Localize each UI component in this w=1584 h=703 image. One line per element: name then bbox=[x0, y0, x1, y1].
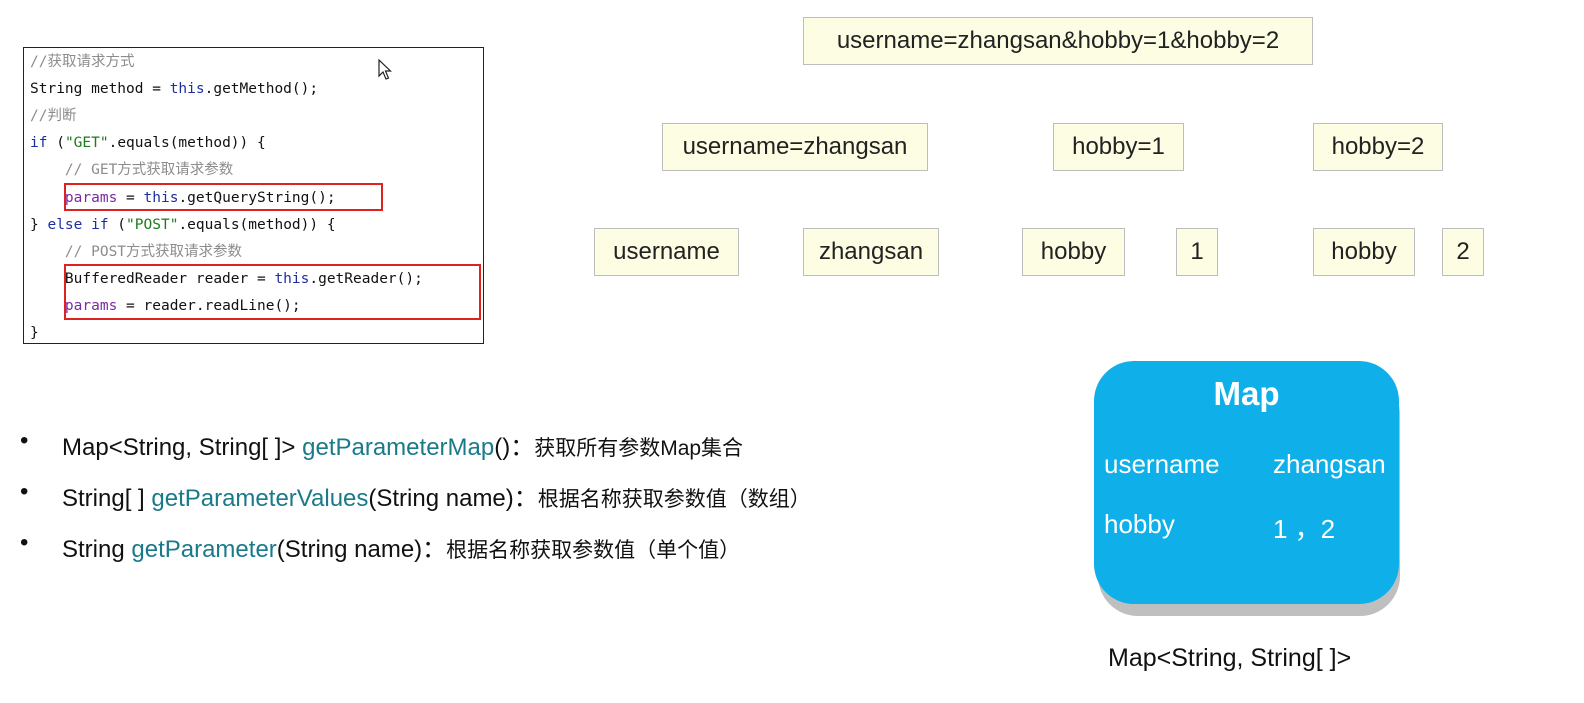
code-line-comment-get-method: //获取请求方式 bbox=[30, 54, 135, 70]
method-signature-suffix: ()： bbox=[494, 434, 535, 461]
query-string-full: username=zhangsan&hobby=1&hobby=2 bbox=[803, 17, 1313, 65]
highlight-post-reader bbox=[64, 264, 481, 320]
pair-hobby-1: hobby=1 bbox=[1053, 123, 1184, 171]
method-name: getParameterMap bbox=[302, 434, 495, 461]
method-signature-prefix: Map<String, String[ ]> bbox=[62, 434, 303, 461]
code-line-if-get: if ("GET".equals(method)) { bbox=[30, 135, 266, 151]
part-key-hobby-2: hobby bbox=[1313, 228, 1415, 276]
map-key-hobby: hobby bbox=[1104, 509, 1175, 539]
bullet-icon: • bbox=[20, 478, 29, 505]
method-name: getParameter bbox=[131, 536, 277, 563]
map-type-caption: Map<String, String[ ]> bbox=[1108, 644, 1352, 672]
map-card: Map username zhangsan hobby 1 ，2 bbox=[1094, 361, 1399, 604]
pair-hobby-2: hobby=2 bbox=[1313, 123, 1443, 171]
part-key-hobby-1: hobby bbox=[1022, 228, 1125, 276]
bullet-icon: • bbox=[20, 529, 29, 556]
mouse-cursor-icon bbox=[378, 59, 392, 80]
part-value-2: 2 bbox=[1442, 228, 1484, 276]
code-line-comment-post: // POST方式获取请求参数 bbox=[30, 244, 243, 260]
method-description: 根据名称获取参数值（单个值） bbox=[446, 539, 741, 562]
highlight-get-query-string bbox=[64, 183, 383, 211]
method-description: 获取所有参数Map集合 bbox=[534, 437, 744, 460]
code-line-else-if-post: } else if ("POST".equals(method)) { bbox=[30, 217, 336, 233]
map-key-username: username bbox=[1104, 449, 1220, 479]
part-key-username: username bbox=[594, 228, 739, 276]
part-value-1: 1 bbox=[1176, 228, 1218, 276]
pair-username: username=zhangsan bbox=[662, 123, 928, 171]
method-description: 根据名称获取参数值（数组） bbox=[537, 488, 811, 511]
method-signature-suffix: (String name)： bbox=[368, 485, 538, 512]
method-signature-prefix: String bbox=[62, 536, 132, 563]
part-value-zhangsan: zhangsan bbox=[803, 228, 939, 276]
map-value-hobby: 1 ，2 bbox=[1273, 514, 1336, 544]
method-signature-suffix: (String name)： bbox=[276, 536, 447, 563]
bullet-icon: • bbox=[20, 427, 29, 454]
code-line-comment-get: // GET方式获取请求参数 bbox=[30, 162, 234, 178]
code-line-close-brace: } bbox=[30, 325, 39, 341]
map-title: Map bbox=[1213, 375, 1280, 412]
code-panel: //获取请求方式 String method = this.getMethod(… bbox=[23, 47, 484, 344]
map-value-zhangsan: zhangsan bbox=[1273, 449, 1386, 479]
code-line-get-method: String method = this.getMethod(); bbox=[30, 81, 319, 97]
code-line-comment-judge: //判断 bbox=[30, 108, 77, 124]
method-signature-prefix: String[ ] bbox=[62, 485, 152, 512]
method-name: getParameterValues bbox=[151, 485, 369, 512]
